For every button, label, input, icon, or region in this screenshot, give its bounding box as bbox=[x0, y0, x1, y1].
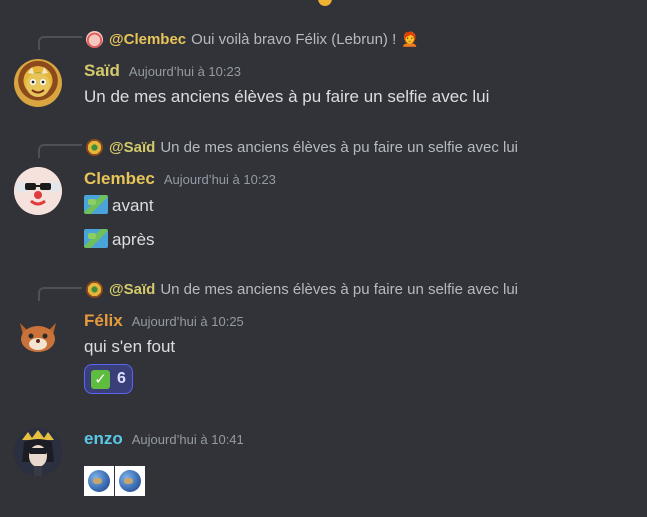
reply-connector bbox=[38, 36, 82, 50]
reply-text: Un de mes anciens élèves à pu faire un s… bbox=[160, 138, 519, 156]
person-emoji-icon: 🧑‍🦰 bbox=[401, 30, 419, 47]
status-indicator bbox=[318, 0, 332, 6]
timestamp[interactable]: Aujourd’hui à 10:25 bbox=[132, 314, 244, 329]
globe-emoji-icon bbox=[88, 470, 110, 492]
reply-avatar-said bbox=[86, 280, 103, 298]
author-name[interactable]: Félix bbox=[84, 311, 123, 331]
reply-preview[interactable]: @Clembec Oui voilà bravo Félix (Lebrun) … bbox=[86, 29, 419, 49]
reply-connector bbox=[38, 287, 82, 301]
reply-text: Un de mes anciens élèves à pu faire un s… bbox=[160, 280, 519, 298]
map-emoji-icon bbox=[84, 229, 108, 248]
timestamp[interactable]: Aujourd’hui à 10:41 bbox=[132, 432, 244, 447]
author-name[interactable]: enzo bbox=[84, 429, 123, 449]
reply-mention[interactable]: @Clembec bbox=[109, 31, 186, 48]
reply-avatar-said bbox=[86, 138, 103, 156]
bowser-avatar-icon bbox=[26, 67, 50, 97]
reply-connector bbox=[38, 144, 82, 158]
attachment-image[interactable] bbox=[84, 466, 114, 496]
message-text: après bbox=[112, 230, 155, 249]
globe-emoji-icon bbox=[119, 470, 141, 492]
cat-avatar-icon bbox=[20, 323, 56, 352]
timestamp[interactable]: Aujourd’hui à 10:23 bbox=[164, 172, 276, 187]
message-header: Félix Aujourd’hui à 10:25 bbox=[84, 311, 244, 331]
reply-preview[interactable]: @Saïd Un de mes anciens élèves à pu fair… bbox=[86, 279, 518, 299]
avatar-said[interactable] bbox=[14, 59, 62, 107]
reaction-count: 6 bbox=[117, 370, 126, 387]
timestamp[interactable]: Aujourd’hui à 10:23 bbox=[129, 64, 241, 79]
message-line: avant bbox=[84, 195, 154, 216]
message-header: Saïd Aujourd’hui à 10:23 bbox=[84, 61, 241, 81]
message-line: après bbox=[84, 229, 155, 250]
reaction-checkmark[interactable]: ✓ 6 bbox=[84, 364, 133, 394]
author-name[interactable]: Saïd bbox=[84, 61, 120, 81]
message-content: Un de mes anciens élèves à pu faire un s… bbox=[84, 87, 490, 106]
avatar-enzo[interactable] bbox=[14, 428, 62, 476]
map-emoji-icon bbox=[84, 195, 108, 214]
reply-preview[interactable]: @Saïd Un de mes anciens élèves à pu fair… bbox=[86, 137, 518, 157]
message-text: avant bbox=[112, 196, 154, 215]
reply-mention[interactable]: @Saïd bbox=[109, 139, 155, 156]
avatar-clembec[interactable] bbox=[14, 167, 62, 215]
reply-mention[interactable]: @Saïd bbox=[109, 281, 155, 298]
message-header: enzo Aujourd’hui à 10:41 bbox=[84, 429, 244, 449]
clown-sunglasses-avatar-icon bbox=[14, 167, 62, 215]
author-name[interactable]: Clembec bbox=[84, 169, 155, 189]
message-content: qui s'en fout bbox=[84, 337, 176, 356]
avatar-felix[interactable] bbox=[14, 309, 62, 357]
message-header: Clembec Aujourd’hui à 10:23 bbox=[84, 169, 276, 189]
reply-text: Oui voilà bravo Félix (Lebrun) ! bbox=[191, 30, 397, 48]
check-mark-icon: ✓ bbox=[91, 369, 110, 389]
reply-avatar-clembec bbox=[86, 30, 103, 48]
attachment-image[interactable] bbox=[115, 466, 145, 496]
anime-character-avatar-icon bbox=[14, 428, 62, 476]
